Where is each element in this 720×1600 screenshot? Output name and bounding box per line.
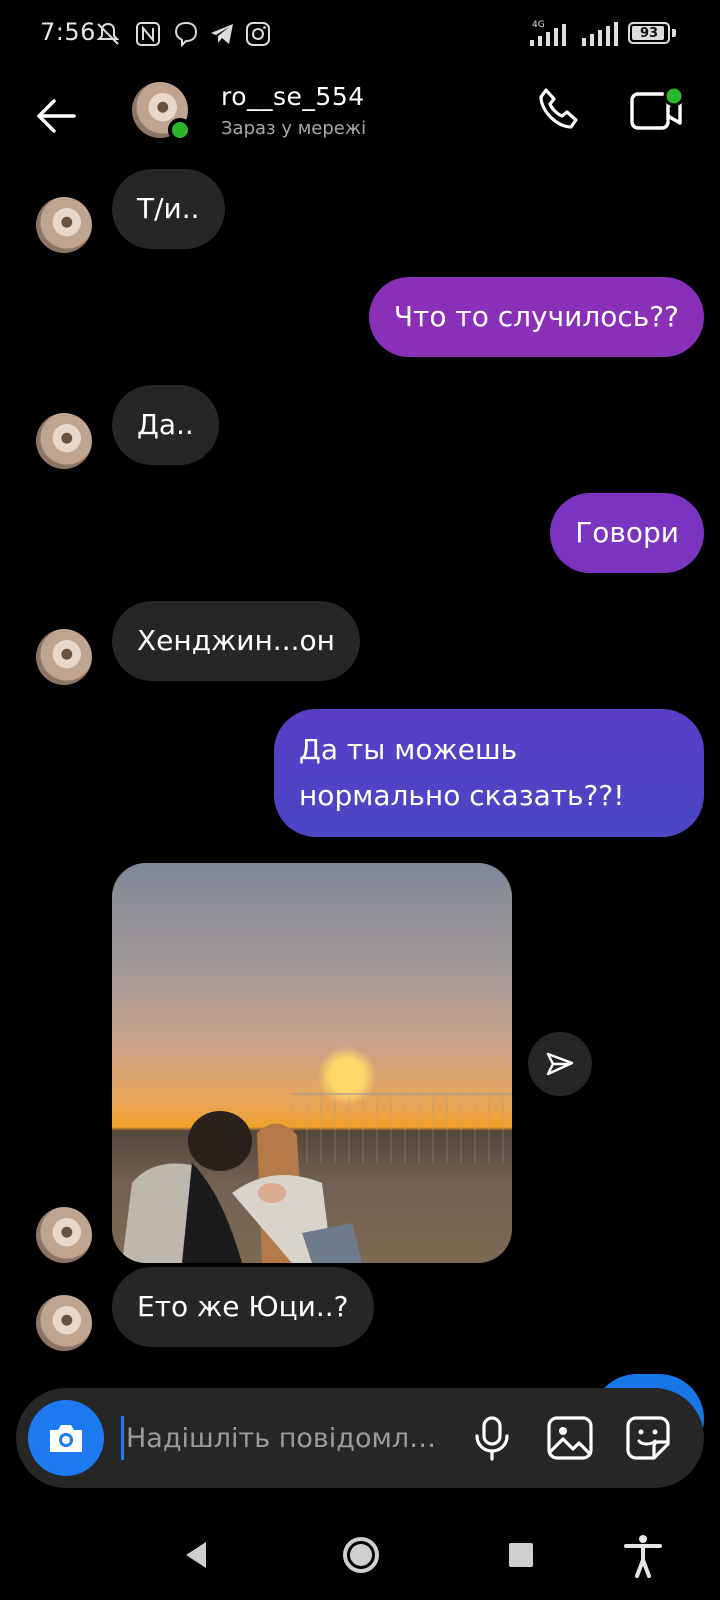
nav-back-icon[interactable]: [174, 1532, 220, 1578]
share-button[interactable]: [528, 1032, 592, 1096]
message-incoming[interactable]: Т/и..: [112, 169, 225, 249]
message-incoming[interactable]: Ето же Юци..?: [112, 1267, 374, 1347]
video-call-icon[interactable]: [628, 86, 684, 136]
signal-icon: 4G: [530, 20, 566, 46]
sticker-icon[interactable]: [622, 1412, 674, 1464]
status-time: 7:56: [40, 18, 96, 46]
battery-nub: [672, 29, 676, 37]
message-composer: [16, 1388, 704, 1488]
sender-avatar: [36, 629, 92, 685]
photo-couple: [122, 1111, 362, 1263]
accessibility-icon[interactable]: [620, 1532, 666, 1578]
contact-name[interactable]: ro__se_554: [221, 82, 365, 111]
message-incoming[interactable]: Хенджин...он: [112, 601, 360, 681]
online-indicator: [168, 118, 192, 142]
sender-avatar: [36, 1295, 92, 1351]
battery-level: 93: [639, 25, 659, 41]
back-arrow-icon[interactable]: [30, 90, 82, 142]
phone-icon[interactable]: [532, 84, 584, 136]
camera-button[interactable]: [28, 1400, 104, 1476]
send-icon: [546, 1052, 574, 1076]
camera-icon: [50, 1425, 82, 1452]
instagram-icon: [246, 22, 270, 46]
message-outgoing[interactable]: Что то случилось??: [368, 277, 704, 357]
telegram-icon: [211, 24, 233, 44]
viber-icon: [174, 21, 198, 48]
sender-avatar: [36, 1207, 92, 1263]
chat-header: ro__se_554 Зараз у мережі: [0, 70, 720, 170]
network-label: 4G: [532, 20, 545, 30]
message-incoming[interactable]: Да..: [112, 385, 219, 465]
battery-icon: 93: [628, 22, 670, 44]
sender-avatar: [36, 197, 92, 253]
nav-recents-icon[interactable]: [498, 1532, 544, 1578]
signal-icon: [582, 22, 618, 46]
contact-status: Зараз у мережі: [221, 118, 367, 139]
status-bar: 7:56 4G 93: [0, 0, 720, 70]
gallery-icon[interactable]: [544, 1412, 596, 1464]
sender-avatar: [36, 413, 92, 469]
microphone-icon[interactable]: [466, 1412, 518, 1464]
message-outgoing[interactable]: Говори: [550, 493, 704, 573]
system-nav-bar: [0, 1510, 720, 1600]
message-outgoing[interactable]: Да ты можешь нормально сказать??!: [274, 709, 704, 837]
shared-photo[interactable]: [112, 863, 512, 1263]
nav-home-icon[interactable]: [338, 1532, 384, 1578]
mute-icon: [96, 22, 120, 45]
message-input[interactable]: [120, 1406, 450, 1470]
nfc-icon: [136, 22, 160, 46]
